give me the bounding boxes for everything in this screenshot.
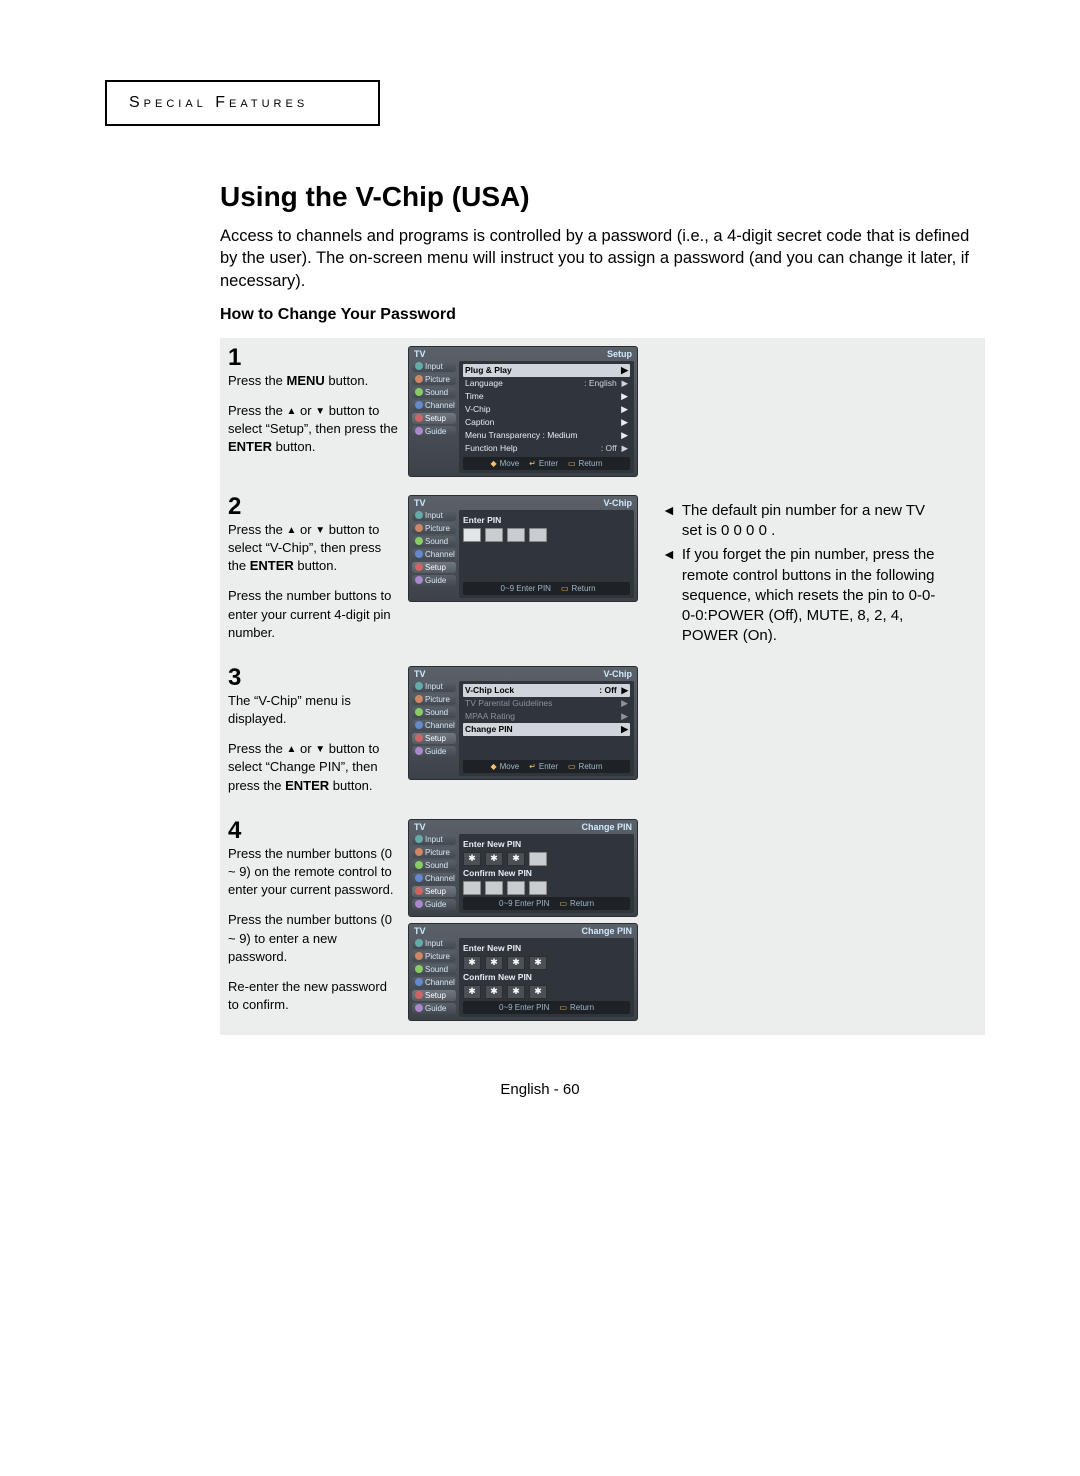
steps-column: 1 Press the MENU button. Press the ▲ or … [228, 346, 648, 1027]
osd-screenshot-change-pin: TVChange PIN Input Picture Sound Channel… [408, 819, 638, 1027]
step-3: 3 The “V-Chip” menu is displayed. Press … [228, 666, 648, 807]
osd-screenshot-enter-pin: TVV-Chip Input Picture Sound Channel Set… [408, 495, 638, 654]
step-4: 4 Press the number buttons (0 ~ 9) on th… [228, 819, 648, 1027]
up-arrow-icon: ▲ [287, 405, 297, 419]
section-subheading: How to Change Your Password [220, 306, 985, 324]
step-text: 3 The “V-Chip” menu is displayed. Press … [228, 666, 398, 807]
chapter-heading: Special Features [129, 94, 308, 111]
up-arrow-icon: ▲ [287, 743, 297, 757]
step-2: 2 Press the ▲ or ▼ button to select “V-C… [228, 495, 648, 654]
down-arrow-icon: ▼ [315, 405, 325, 419]
content-area: Using the V-Chip (USA) Access to channel… [220, 181, 985, 1035]
note-arrow-icon: ◄ [662, 501, 676, 542]
down-arrow-icon: ▼ [315, 743, 325, 757]
up-arrow-icon: ▲ [287, 524, 297, 538]
down-arrow-icon: ▼ [315, 524, 325, 538]
manual-page: Special Features Using the V-Chip (USA) … [0, 0, 1080, 1138]
chapter-heading-box: Special Features [105, 80, 380, 126]
notes-column: ◄ The default pin number for a new TV se… [662, 346, 947, 1027]
note-arrow-icon: ◄ [662, 545, 676, 646]
step-number: 4 [228, 819, 398, 843]
osd-screenshot-setup: TVSetup Input Picture Sound Channel Setu… [408, 346, 638, 483]
osd-screenshot-vchip-menu: TVV-Chip Input Picture Sound Channel Set… [408, 666, 638, 807]
note-2: ◄ If you forget the pin number, press th… [662, 545, 947, 646]
step-1: 1 Press the MENU button. Press the ▲ or … [228, 346, 648, 483]
page-footer: English - 60 [95, 1081, 985, 1098]
step-number: 3 [228, 666, 398, 690]
step-text: 2 Press the ▲ or ▼ button to select “V-C… [228, 495, 398, 654]
intro-paragraph: Access to channels and programs is contr… [220, 225, 985, 292]
steps-container: 1 Press the MENU button. Press the ▲ or … [220, 338, 985, 1035]
note-1: ◄ The default pin number for a new TV se… [662, 501, 947, 542]
step-text: 4 Press the number buttons (0 ~ 9) on th… [228, 819, 398, 1027]
step-number: 1 [228, 346, 398, 370]
page-title: Using the V-Chip (USA) [220, 181, 985, 213]
step-text: 1 Press the MENU button. Press the ▲ or … [228, 346, 398, 483]
step-number: 2 [228, 495, 398, 519]
